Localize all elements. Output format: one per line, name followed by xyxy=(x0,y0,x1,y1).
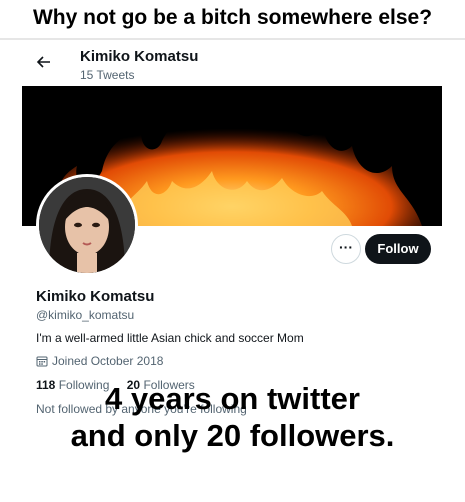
meme-bottom-caption: 4 years on twitter and only 20 followers… xyxy=(0,380,465,454)
meme-top-caption: Why not go be a bitch somewhere else? xyxy=(32,6,433,29)
profile-name: Kimiko Komatsu xyxy=(36,288,155,305)
joined-date: Joined October 2018 xyxy=(36,354,163,368)
meme-bottom-line1: 4 years on twitter xyxy=(105,381,360,416)
meme-bottom-line2: and only 20 followers. xyxy=(70,418,395,453)
more-options-button[interactable]: ··· xyxy=(331,234,361,264)
follow-button[interactable]: Follow xyxy=(365,234,431,264)
avatar-photo xyxy=(39,177,135,273)
tweet-count: 15 Tweets xyxy=(80,68,135,82)
profile-header: Kimiko Komatsu 15 Tweets xyxy=(22,46,452,90)
joined-label: Joined October 2018 xyxy=(52,354,164,368)
avatar[interactable] xyxy=(36,174,138,276)
profile-handle: @kimiko_komatsu xyxy=(36,308,135,322)
arrow-left-icon[interactable] xyxy=(36,54,52,70)
calendar-icon xyxy=(36,355,48,367)
profile-bio: I'm a well-armed little Asian chick and … xyxy=(36,331,304,345)
header-name: Kimiko Komatsu xyxy=(80,48,199,65)
